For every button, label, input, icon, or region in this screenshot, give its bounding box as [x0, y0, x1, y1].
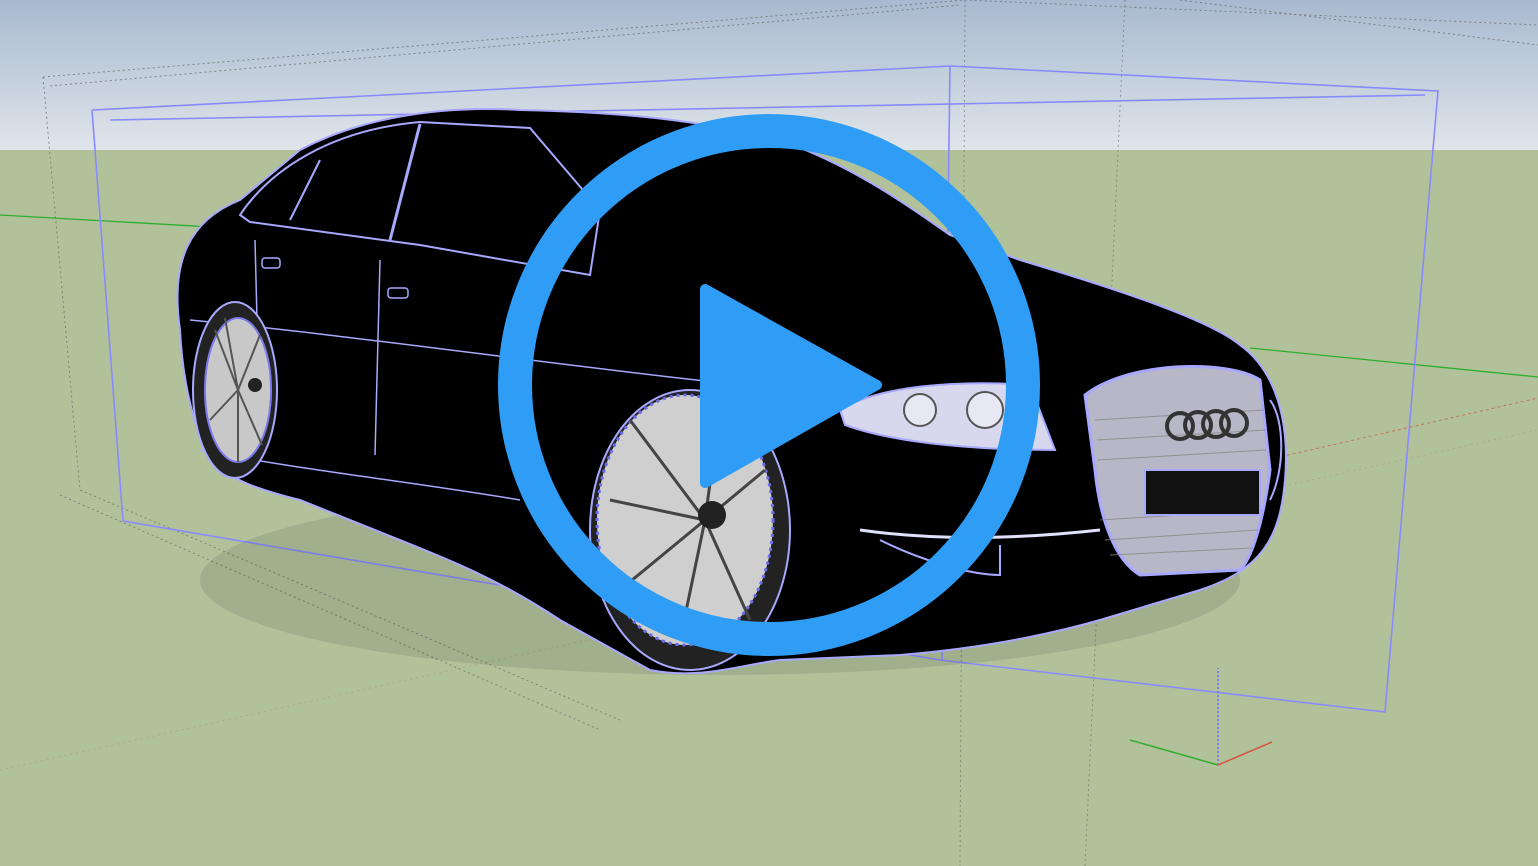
rear-wheel	[192, 301, 278, 479]
license-plate-area	[1144, 469, 1261, 516]
play-button[interactable]	[497, 113, 1041, 657]
axis-gizmo	[1129, 668, 1273, 766]
modeling-viewport[interactable]	[0, 0, 1538, 866]
play-icon	[700, 284, 882, 488]
